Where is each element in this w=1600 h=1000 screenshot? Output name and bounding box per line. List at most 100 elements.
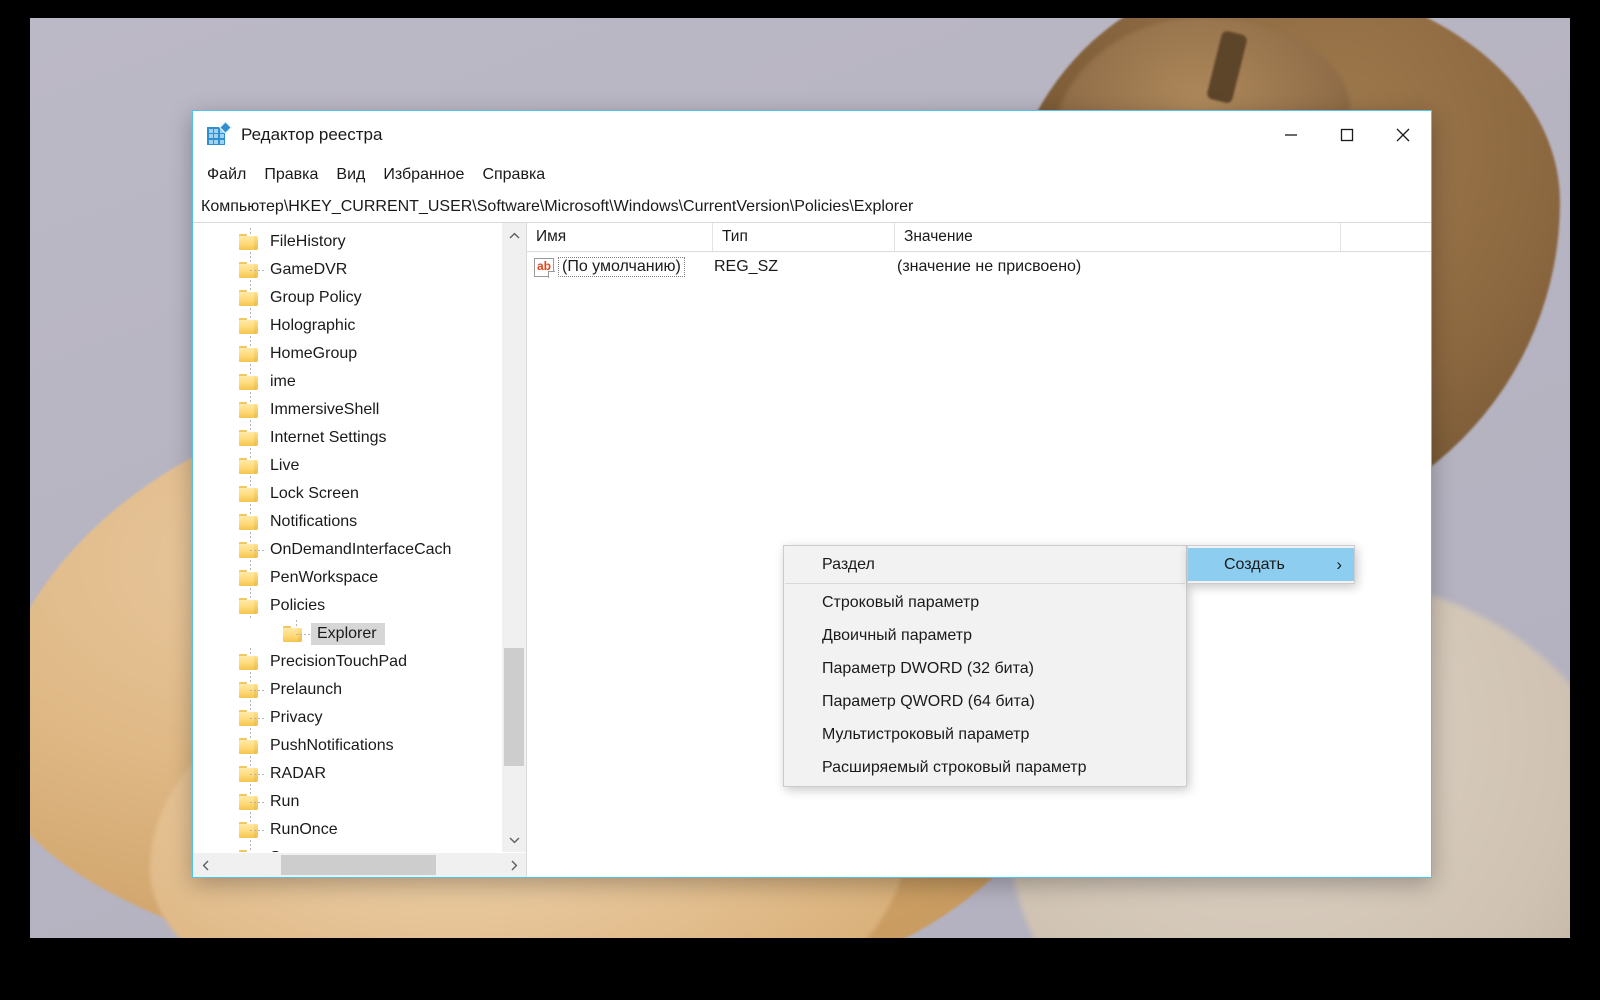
submenu-item-key[interactable]: Раздел: [784, 548, 1186, 581]
tree-node-label: PushNotifications: [270, 737, 394, 754]
menu-view[interactable]: Вид: [327, 163, 374, 187]
value-type: REG_SZ: [714, 258, 779, 275]
tree-node[interactable]: Privacy: [193, 704, 501, 732]
tree-node[interactable]: ImmersiveShell: [193, 396, 501, 424]
tree-node[interactable]: OnDemandInterfaceCach: [193, 536, 501, 564]
context-menu: Создать ›: [1187, 545, 1355, 584]
folder-icon: [239, 430, 258, 446]
tree-node[interactable]: GameDVR: [193, 256, 501, 284]
context-menu-item-new[interactable]: Создать ›: [1188, 548, 1354, 581]
folder-icon: [239, 402, 258, 418]
tree-node-label: ime: [270, 373, 296, 390]
menu-file[interactable]: Файл: [198, 163, 255, 187]
folder-icon: [239, 542, 258, 558]
tree-node[interactable]: Prelaunch: [193, 676, 501, 704]
tree-horizontal-scroll-thumb[interactable]: [281, 855, 436, 875]
column-header-type[interactable]: Тип: [713, 223, 895, 251]
column-header-name[interactable]: Имя: [527, 223, 713, 251]
tree-node-label: Holographic: [270, 317, 356, 334]
tree-vertical-scroll-thumb[interactable]: [504, 648, 524, 766]
folder-icon: [239, 290, 258, 306]
chevron-left-icon[interactable]: [193, 853, 218, 878]
menu-favorites[interactable]: Избранное: [374, 163, 473, 187]
column-header-spacer: [1341, 223, 1431, 251]
close-button[interactable]: [1375, 111, 1431, 159]
folder-icon: [239, 486, 258, 502]
tree-node-label: Run: [270, 793, 300, 810]
tree-node-label: Explorer: [311, 623, 385, 645]
tree-node[interactable]: HomeGroup: [193, 340, 501, 368]
tree-node[interactable]: Notifications: [193, 508, 501, 536]
registry-editor-window: Редактор реестра Файл Правка Вид Избранн…: [192, 110, 1432, 878]
menu-bar: Файл Правка Вид Избранное Справка: [193, 159, 1431, 191]
tree-node[interactable]: Policies: [193, 592, 501, 620]
tree-node[interactable]: Live: [193, 452, 501, 480]
tree-node[interactable]: RunOnce: [193, 816, 501, 844]
tree-node-label: Privacy: [270, 709, 323, 726]
chevron-right-icon[interactable]: [501, 853, 526, 878]
registry-editor-icon: [207, 121, 232, 146]
tree-node[interactable]: Holographic: [193, 312, 501, 340]
folder-icon: [239, 822, 258, 838]
chevron-down-icon[interactable]: [502, 827, 526, 852]
tree-node-label: RADAR: [270, 765, 327, 782]
folder-icon: [239, 458, 258, 474]
window-controls: [1263, 111, 1431, 159]
chevron-up-icon[interactable]: [502, 223, 526, 248]
tree-node[interactable]: PenWorkspace: [193, 564, 501, 592]
tree-node[interactable]: ime: [193, 368, 501, 396]
menu-edit[interactable]: Правка: [255, 163, 327, 187]
column-header-value[interactable]: Значение: [895, 223, 1341, 251]
folder-icon: [239, 262, 258, 278]
values-column-header: Имя Тип Значение: [527, 223, 1431, 252]
new-submenu: Раздел Строковый параметр Двоичный парам…: [783, 545, 1187, 787]
maximize-button[interactable]: [1319, 111, 1375, 159]
window-title: Редактор реестра: [241, 125, 383, 144]
tree-node[interactable]: Lock Screen: [193, 480, 501, 508]
tree-node[interactable]: Screensavers: [193, 844, 501, 852]
tree-node-label: PenWorkspace: [270, 569, 379, 586]
tree-node[interactable]: Internet Settings: [193, 424, 501, 452]
submenu-item-dword-value[interactable]: Параметр DWORD (32 бита): [784, 652, 1186, 685]
folder-icon: [239, 570, 258, 586]
tree-vertical-scrollbar[interactable]: [501, 223, 526, 852]
tree-node-label: Notifications: [270, 513, 358, 530]
folder-icon: [239, 738, 258, 754]
submenu-separator: [785, 583, 1185, 584]
folder-icon: [239, 234, 258, 250]
tree-node-label: Group Policy: [270, 289, 362, 306]
tree-scroll-area: FileHistory GameDVR Group Policy Holographi…: [193, 223, 526, 852]
tree-node-label: ImmersiveShell: [270, 401, 380, 418]
value-name: (По умолчанию): [558, 257, 685, 277]
submenu-item-expandable-string-value[interactable]: Расширяемый строковый параметр: [784, 751, 1186, 784]
address-bar[interactable]: Компьютер\HKEY_CURRENT_USER\Software\Mic…: [193, 191, 1431, 223]
folder-icon: [239, 598, 258, 614]
minimize-button[interactable]: [1263, 111, 1319, 159]
tree-node[interactable]: FileHistory: [193, 228, 501, 256]
string-value-icon: ab: [534, 257, 555, 278]
submenu-item-string-value[interactable]: Строковый параметр: [784, 586, 1186, 619]
submenu-item-qword-value[interactable]: Параметр QWORD (64 бита): [784, 685, 1186, 718]
registry-tree-pane: FileHistory GameDVR Group Policy Holographi…: [193, 223, 527, 877]
tree-node-label: HomeGroup: [270, 345, 358, 362]
menu-help[interactable]: Справка: [473, 163, 554, 187]
tree-node[interactable]: Explorer: [193, 620, 501, 648]
folder-icon: [239, 710, 258, 726]
tree-node[interactable]: PrecisionTouchPad: [193, 648, 501, 676]
tree-node[interactable]: Group Policy: [193, 284, 501, 312]
tree-node-label: RunOnce: [270, 821, 338, 838]
value-row[interactable]: ab (По умолчанию) REG_SZ (значение не присв…: [527, 252, 1431, 282]
tree-horizontal-scrollbar[interactable]: [193, 852, 526, 877]
tree-node[interactable]: RADAR: [193, 760, 501, 788]
submenu-item-binary-value[interactable]: Двоичный параметр: [784, 619, 1186, 652]
tree-node-label: Policies: [270, 597, 326, 614]
submenu-item-multi-string-value[interactable]: Мультистроковый параметр: [784, 718, 1186, 751]
tree-node[interactable]: Run: [193, 788, 501, 816]
tree-node[interactable]: PushNotifications: [193, 732, 501, 760]
context-menu-item-new-label: Создать: [1224, 555, 1285, 573]
folder-icon: [239, 654, 258, 670]
tree-node-label: Live: [270, 457, 300, 474]
folder-icon: [239, 794, 258, 810]
tree-node-label: GameDVR: [270, 261, 348, 278]
registry-path-text: Компьютер\HKEY_CURRENT_USER\Software\Mic…: [201, 197, 914, 215]
